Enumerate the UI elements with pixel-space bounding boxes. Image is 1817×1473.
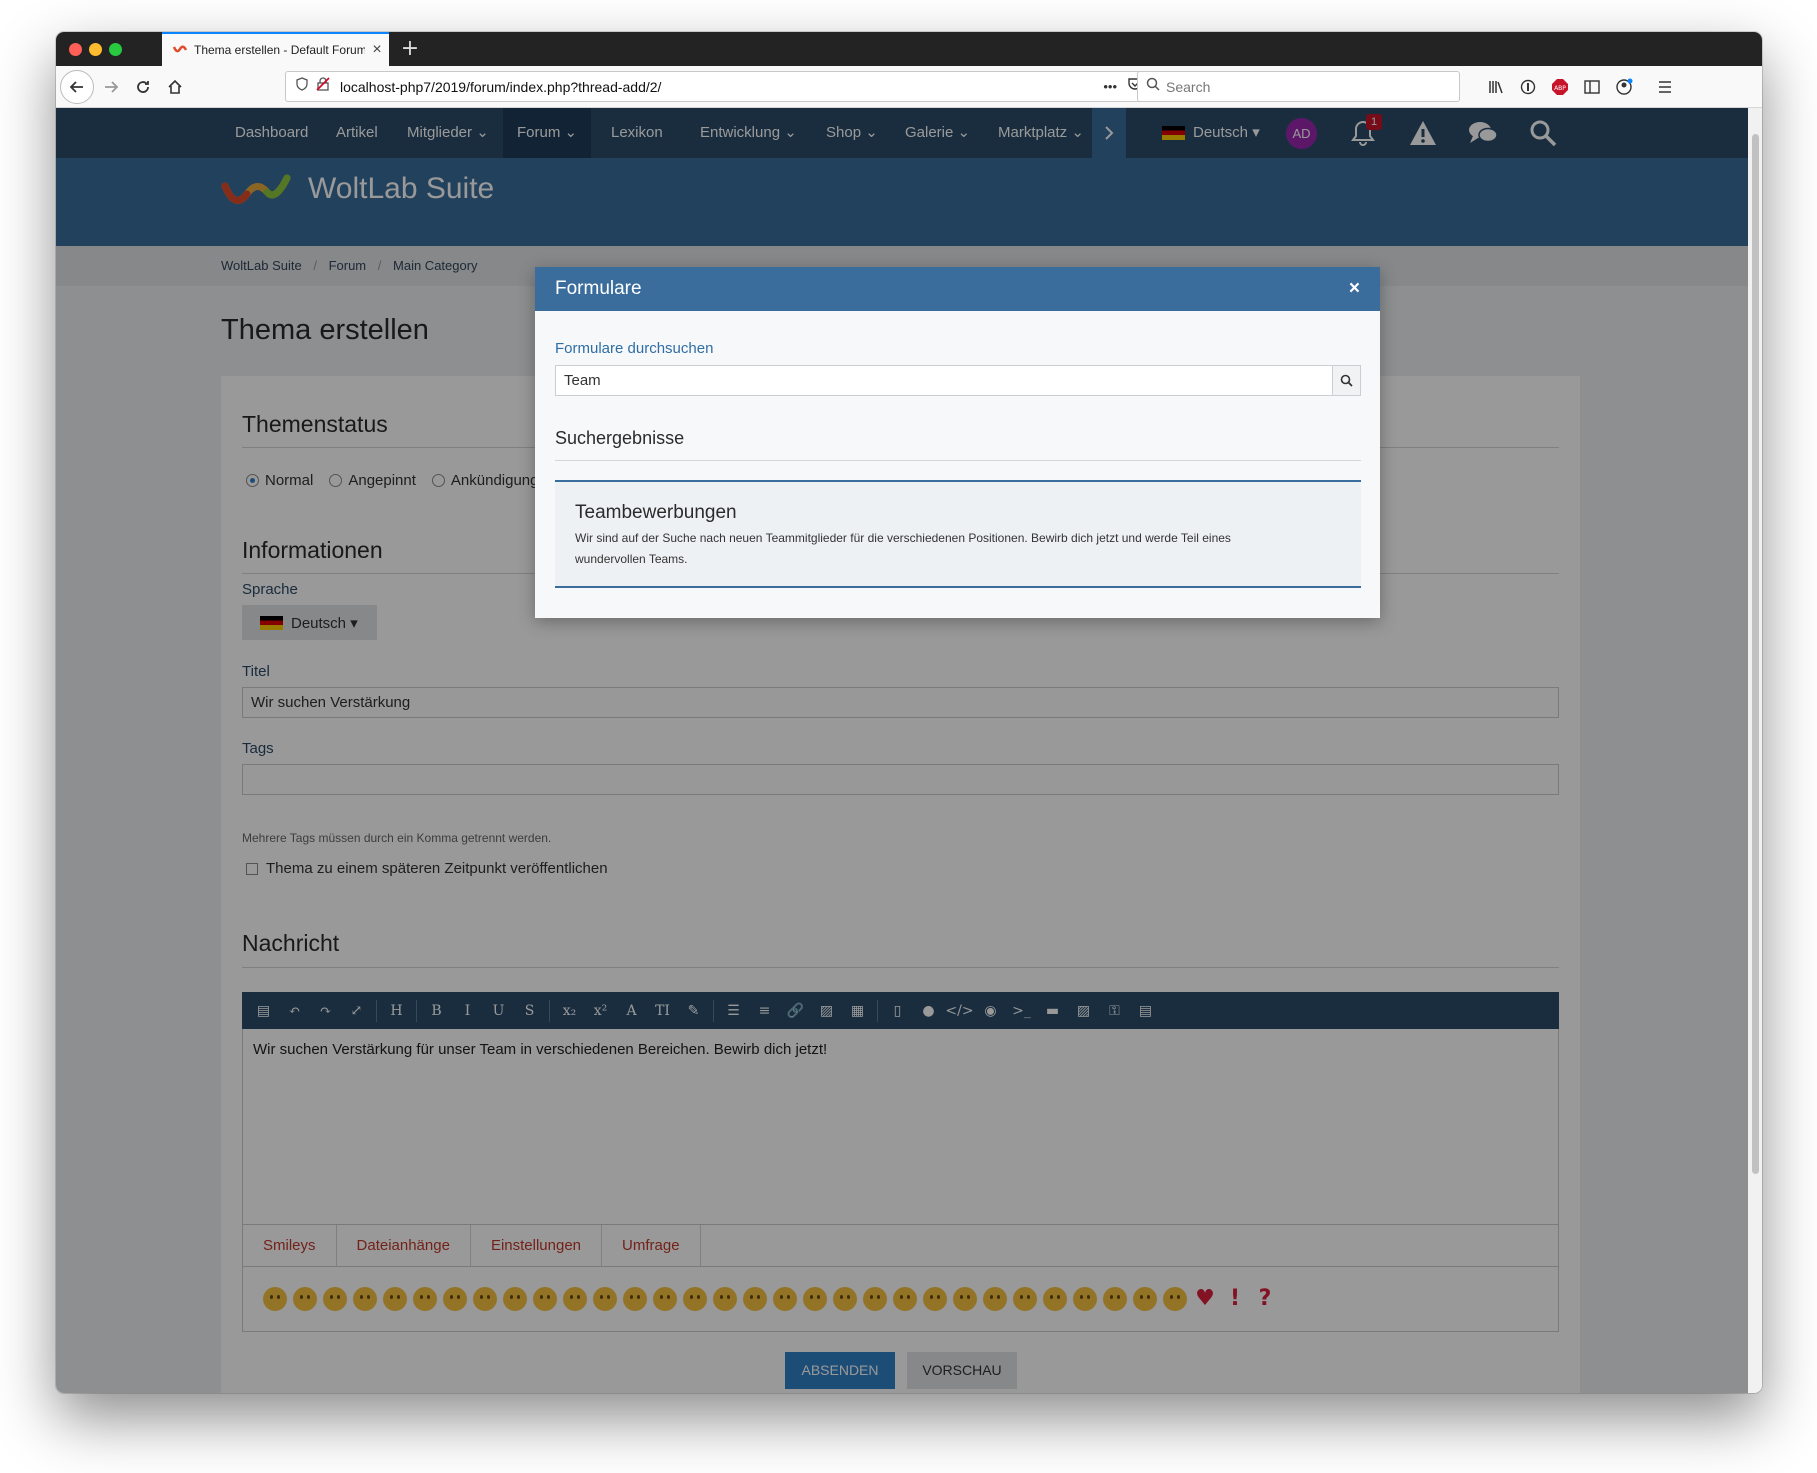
forms-search-input[interactable]: Team	[556, 366, 1332, 395]
hamburger-menu-icon[interactable]	[1654, 76, 1676, 98]
results-divider	[555, 460, 1361, 461]
account-icon[interactable]	[1613, 76, 1635, 98]
page-scrollbar-thumb[interactable]	[1752, 134, 1759, 1174]
result-description: Wir sind auf der Suche nach neuen Teammi…	[575, 531, 1231, 566]
new-tab-button[interactable]: +	[395, 34, 425, 64]
search-icon	[1146, 77, 1160, 96]
reload-icon	[137, 81, 149, 93]
forward-button[interactable]	[94, 70, 128, 104]
results-title: Suchergebnisse	[555, 428, 685, 448]
search-result-item[interactable]: Teambewerbungen Wir sind auf der Suche n…	[555, 480, 1361, 588]
forms-search-field: Team	[555, 365, 1361, 396]
arrow-right-icon	[105, 81, 119, 93]
tab-close-icon[interactable]: ×	[365, 41, 389, 59]
tab-title: Thema erstellen - Default Forum	[194, 43, 365, 57]
reload-button[interactable]	[126, 70, 160, 104]
minimize-window-button[interactable]	[89, 43, 102, 56]
adblock-icon[interactable]: ABP	[1549, 76, 1571, 98]
page-actions-icon[interactable]: •••	[1103, 79, 1117, 94]
library-icon[interactable]	[1485, 76, 1507, 98]
close-window-button[interactable]	[69, 43, 82, 56]
forms-search-label: Formulare durchsuchen	[555, 340, 714, 357]
browser-window: Thema erstellen - Default Forum × + loca…	[56, 32, 1762, 1393]
result-title[interactable]: Teambewerbungen	[575, 502, 1341, 524]
back-button[interactable]	[60, 70, 94, 104]
dialog-title: Formulare	[555, 278, 642, 299]
search-placeholder: Search	[1166, 78, 1211, 95]
browser-toolbar: localhost-php7/2019/forum/index.php?thre…	[56, 66, 1762, 108]
svg-text:ABP: ABP	[1554, 85, 1566, 92]
forms-dialog: Formulare × Formulare durchsuchen Team S…	[535, 267, 1380, 618]
maximize-window-button[interactable]	[109, 43, 122, 56]
sync-account-icon[interactable]	[1517, 76, 1539, 98]
browser-search-field[interactable]: Search	[1137, 71, 1460, 102]
shield-icon	[296, 77, 308, 96]
home-button[interactable]	[158, 70, 192, 104]
dialog-header: Formulare ×	[535, 267, 1380, 311]
tab-bar: Thema erstellen - Default Forum × +	[56, 32, 1762, 66]
address-bar[interactable]: localhost-php7/2019/forum/index.php?thre…	[285, 71, 1178, 102]
arrow-left-icon	[69, 81, 83, 93]
insecure-lock-icon	[316, 77, 330, 96]
forms-search-button[interactable]	[1332, 366, 1360, 395]
dialog-close-icon[interactable]: ×	[1349, 267, 1360, 311]
dialog-body: Formulare durchsuchen Team Suchergebniss…	[535, 311, 1380, 618]
home-icon	[168, 79, 182, 94]
search-icon	[1340, 374, 1353, 387]
url-text: localhost-php7/2019/forum/index.php?thre…	[340, 78, 662, 95]
page-viewport: Dashboard Artikel Mitglieder ⌄ Forum ⌄ L…	[56, 108, 1748, 1393]
woltlab-favicon-icon	[172, 42, 188, 58]
browser-tab[interactable]: Thema erstellen - Default Forum ×	[162, 32, 389, 66]
sidebar-icon[interactable]	[1581, 76, 1603, 98]
